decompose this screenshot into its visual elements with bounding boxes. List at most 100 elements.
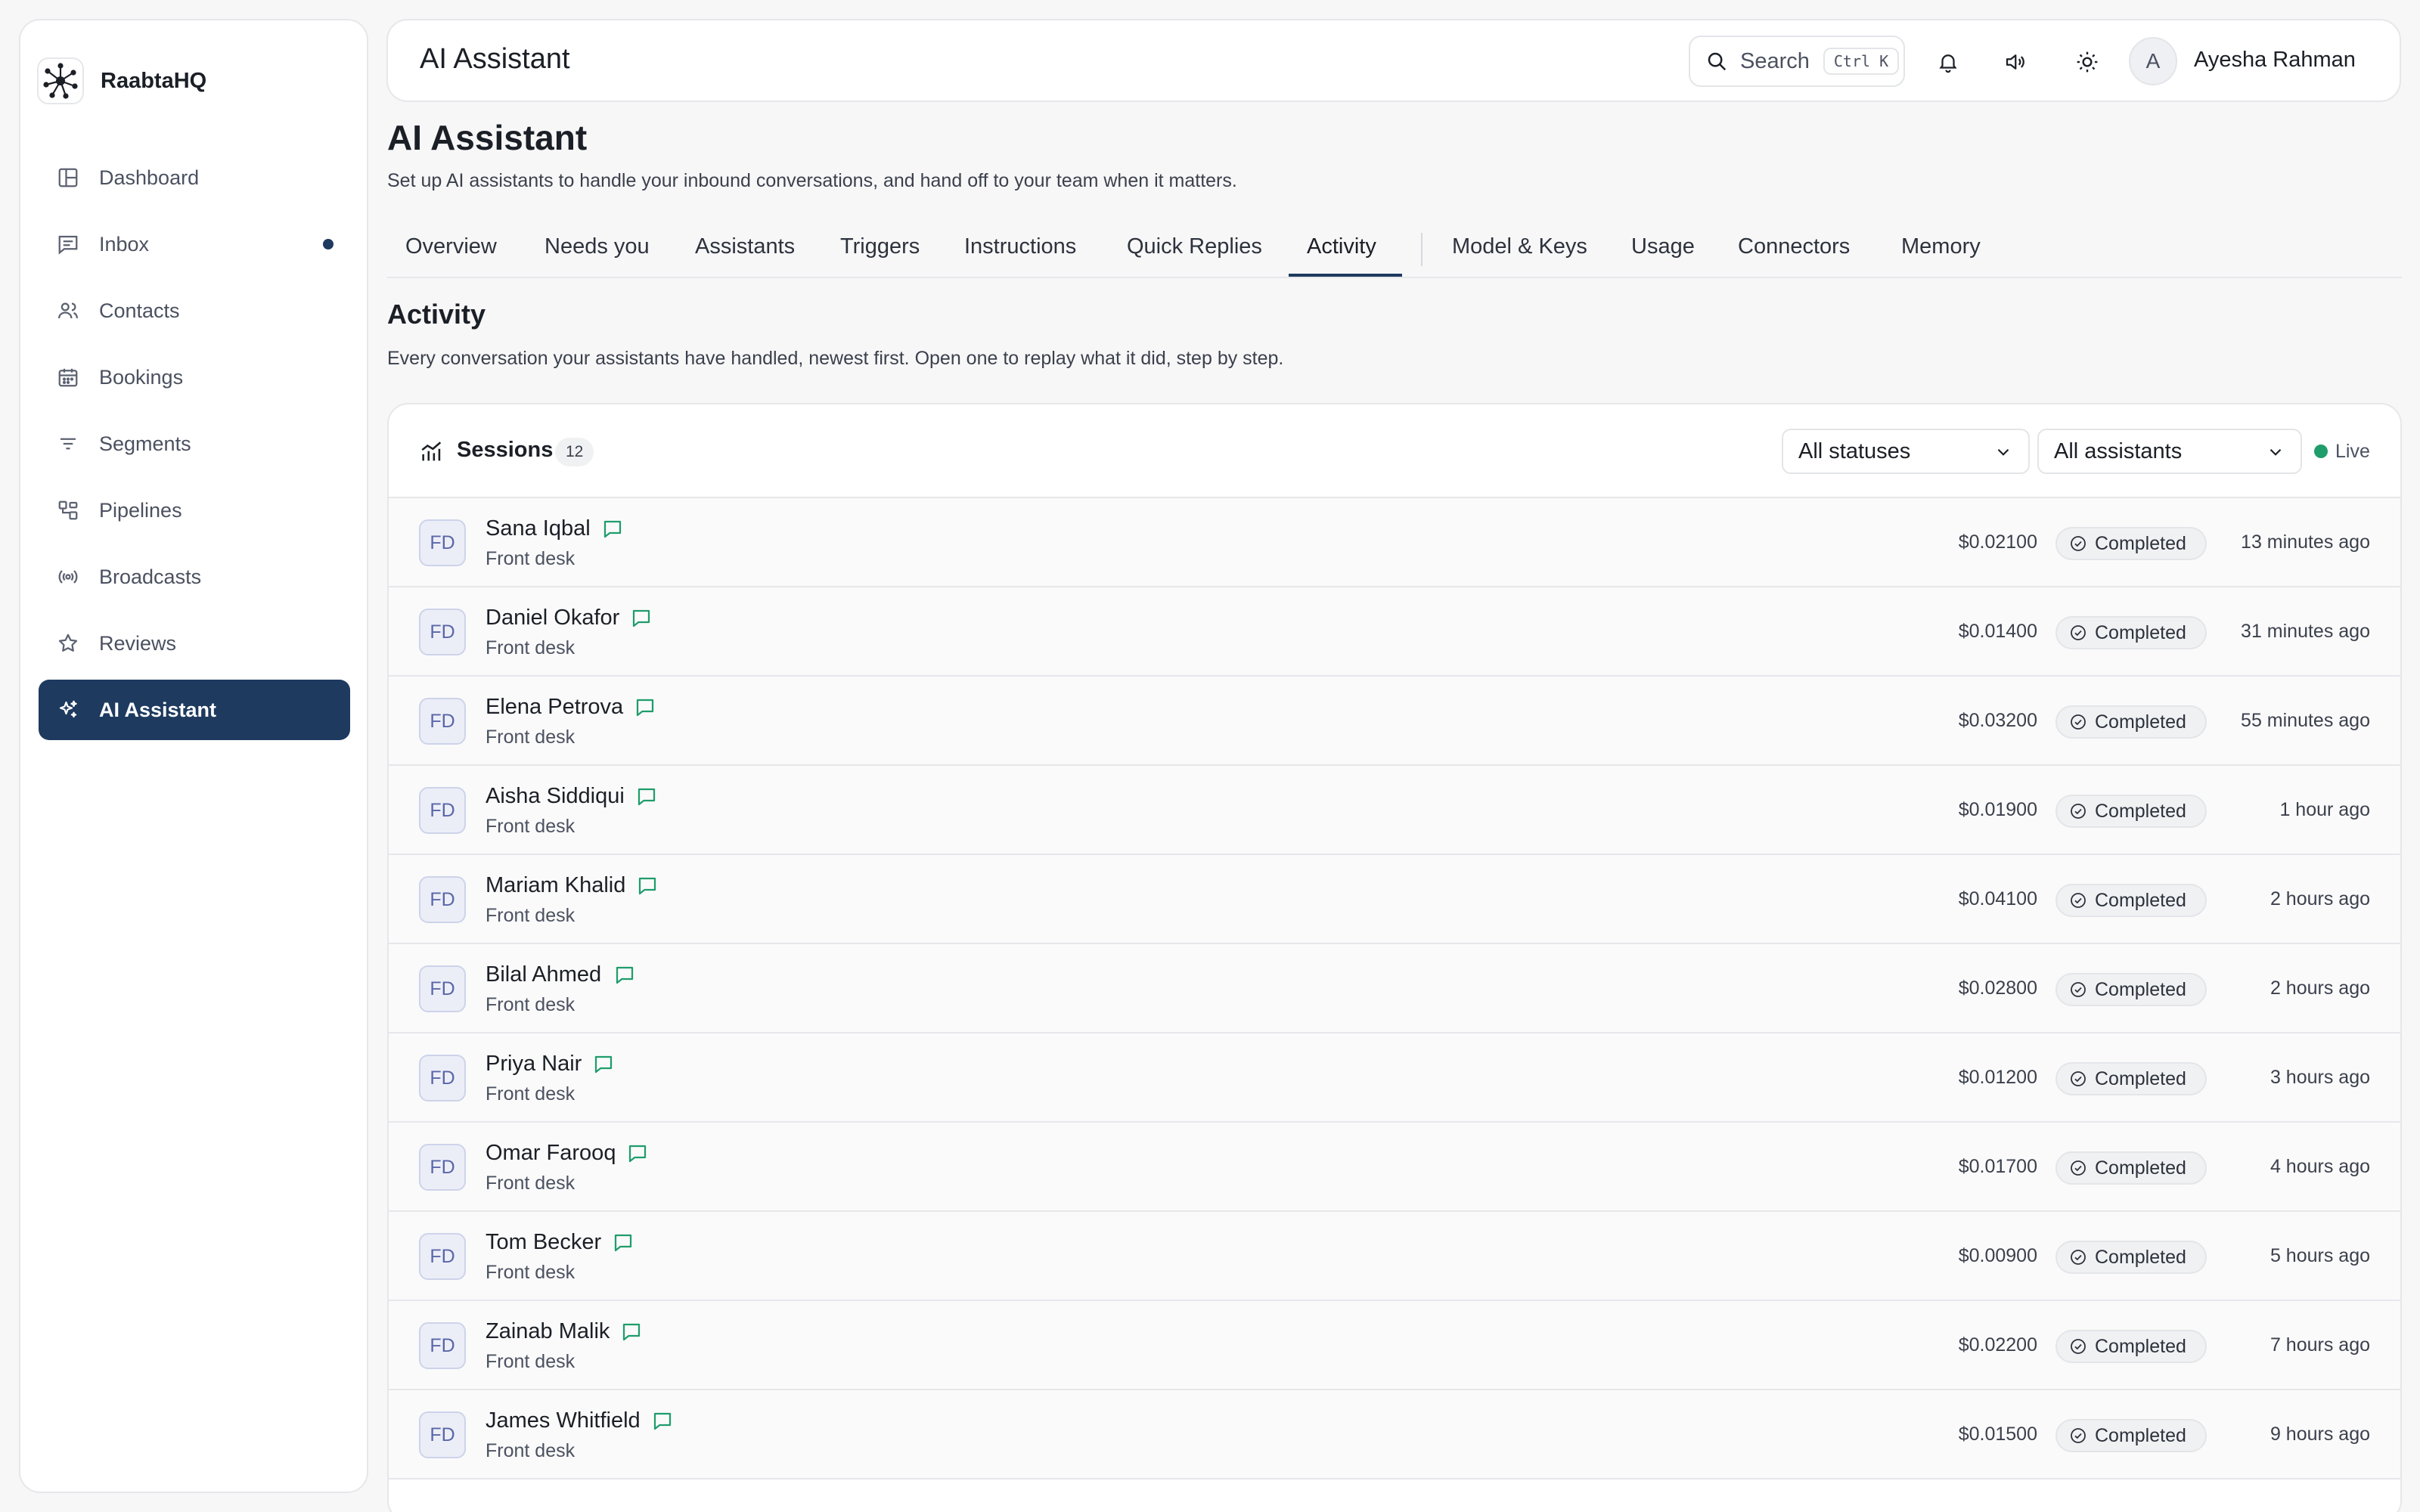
sidebar-item-label: AI Assistant bbox=[99, 698, 217, 721]
assistant-name: Front desk bbox=[486, 905, 576, 926]
check-circle-icon bbox=[2071, 1339, 2086, 1354]
sidebar-item-label: Segments bbox=[99, 432, 191, 455]
tab-activity[interactable]: Activity bbox=[1307, 234, 1376, 259]
session-row[interactable]: FD Sana Iqbal Front desk $0.02100 Comple… bbox=[389, 498, 2400, 587]
assistant-badge: FD bbox=[419, 698, 466, 745]
session-row[interactable]: FD James Whitfield Front desk $0.01500 C… bbox=[389, 1390, 2400, 1479]
session-row[interactable]: FD Daniel Okafor Front desk $0.01400 Com… bbox=[389, 587, 2400, 677]
session-row[interactable]: FD Mariam Khalid Front desk $0.04100 Com… bbox=[389, 855, 2400, 944]
session-row[interactable]: FD Zainab Malik Front desk $0.02200 Comp… bbox=[389, 1301, 2400, 1390]
notifications-button[interactable] bbox=[1928, 42, 1969, 82]
status-badge: Completed bbox=[2055, 1241, 2207, 1274]
assistant-badge: FD bbox=[419, 1411, 466, 1458]
status-badge: Completed bbox=[2055, 705, 2207, 739]
tab-overview[interactable]: Overview bbox=[405, 234, 497, 259]
page-subtitle: Set up AI assistants to handle your inbo… bbox=[387, 170, 1237, 191]
session-row[interactable]: FD Tom Becker Front desk $0.00900 Comple… bbox=[389, 1212, 2400, 1301]
keyboard-shortcut: Ctrl K bbox=[1823, 48, 1900, 75]
tab-usage[interactable]: Usage bbox=[1631, 234, 1695, 259]
sidebar-item-dashboard[interactable]: Dashboard bbox=[39, 147, 350, 208]
session-row[interactable]: FD Bilal Ahmed Front desk $0.02800 Compl… bbox=[389, 944, 2400, 1033]
assistant-badge: FD bbox=[419, 876, 466, 923]
sidebar-item-ai-assistant[interactable]: AI Assistant bbox=[39, 680, 350, 740]
session-cost: $0.01400 bbox=[1958, 621, 2037, 642]
sparkles-icon bbox=[55, 697, 81, 723]
status-label: Completed bbox=[2095, 1335, 2186, 1357]
sessions-panel: Sessions 12 All statuses All assistants … bbox=[387, 403, 2402, 1512]
tab-triggers[interactable]: Triggers bbox=[840, 234, 920, 259]
session-time: 31 minutes ago bbox=[2241, 621, 2370, 642]
section-subtitle: Every conversation your assistants have … bbox=[387, 348, 1284, 369]
assistant-badge: FD bbox=[419, 609, 466, 655]
session-row[interactable]: FD Omar Farooq Front desk $0.01700 Compl… bbox=[389, 1123, 2400, 1212]
status-label: Completed bbox=[2095, 1067, 2186, 1089]
sidebar-item-pipelines[interactable]: Pipelines bbox=[39, 480, 350, 541]
assistant-badge: FD bbox=[419, 787, 466, 834]
status-badge: Completed bbox=[2055, 1419, 2207, 1452]
assistant-filter-select[interactable]: All assistants bbox=[2037, 429, 2302, 474]
theme-toggle-button[interactable] bbox=[2067, 42, 2108, 82]
assistant-name: Front desk bbox=[486, 1440, 576, 1461]
check-circle-icon bbox=[2071, 1071, 2086, 1086]
section-title: Activity bbox=[387, 299, 486, 330]
tab-assistants[interactable]: Assistants bbox=[695, 234, 795, 259]
contact-name: Aisha Siddiqui bbox=[486, 784, 625, 808]
chat-bubble-icon bbox=[653, 1412, 671, 1430]
status-badge: Completed bbox=[2055, 1151, 2207, 1185]
check-circle-icon bbox=[2071, 625, 2086, 640]
assistant-name: Front desk bbox=[486, 1351, 576, 1372]
sidebar-item-segments[interactable]: Segments bbox=[39, 414, 350, 474]
tab-quick-replies[interactable]: Quick Replies bbox=[1127, 234, 1262, 259]
status-badge: Completed bbox=[2055, 884, 2207, 917]
session-cost: $0.03200 bbox=[1958, 710, 2037, 731]
tab-model-keys[interactable]: Model & Keys bbox=[1452, 234, 1587, 259]
session-cost: $0.04100 bbox=[1958, 888, 2037, 909]
chat-bubble-icon bbox=[595, 1055, 613, 1074]
tab-connectors[interactable]: Connectors bbox=[1738, 234, 1850, 259]
message-square-icon bbox=[55, 231, 81, 257]
check-circle-icon bbox=[2071, 1428, 2086, 1443]
contact-name: Omar Farooq bbox=[486, 1141, 616, 1165]
tab-memory[interactable]: Memory bbox=[1901, 234, 1981, 259]
assistant-name: Front desk bbox=[486, 727, 576, 748]
session-row[interactable]: FD Priya Nair Front desk $0.01200 Comple… bbox=[389, 1033, 2400, 1123]
assistant-badge: FD bbox=[419, 1144, 466, 1191]
status-badge: Completed bbox=[2055, 795, 2207, 828]
tab-needs-you[interactable]: Needs you bbox=[544, 234, 650, 259]
live-label: Live bbox=[2335, 440, 2370, 462]
check-circle-icon bbox=[2071, 804, 2086, 819]
assistant-name: Front desk bbox=[486, 637, 576, 658]
session-cost: $0.00900 bbox=[1958, 1245, 2037, 1266]
tab-instructions[interactable]: Instructions bbox=[964, 234, 1076, 259]
sidebar-item-bookings[interactable]: Bookings bbox=[39, 347, 350, 407]
assistant-name: Front desk bbox=[486, 816, 576, 837]
brand[interactable]: RaabtaHQ bbox=[37, 39, 206, 123]
session-cost: $0.01500 bbox=[1958, 1424, 2037, 1445]
user-name[interactable]: Ayesha Rahman bbox=[2194, 48, 2356, 73]
assistant-badge: FD bbox=[419, 1055, 466, 1101]
search-button[interactable]: Search Ctrl K bbox=[1689, 36, 1905, 87]
status-filter-select[interactable]: All statuses bbox=[1782, 429, 2030, 474]
sidebar-item-reviews[interactable]: Reviews bbox=[39, 613, 350, 674]
session-time: 1 hour ago bbox=[2279, 799, 2370, 820]
sidebar-item-inbox[interactable]: Inbox bbox=[39, 214, 350, 274]
session-time: 2 hours ago bbox=[2270, 888, 2370, 909]
assistant-badge: FD bbox=[419, 1322, 466, 1369]
session-time: 13 minutes ago bbox=[2241, 531, 2370, 553]
status-label: Completed bbox=[2095, 1246, 2186, 1268]
chat-bubble-icon bbox=[616, 966, 633, 984]
check-circle-icon bbox=[2071, 982, 2086, 997]
session-row[interactable]: FD Elena Petrova Front desk $0.03200 Com… bbox=[389, 677, 2400, 766]
session-row[interactable]: FD Aisha Siddiqui Front desk $0.01900 Co… bbox=[389, 766, 2400, 855]
sound-button[interactable] bbox=[1994, 42, 2035, 82]
activity-chart-icon bbox=[421, 442, 442, 461]
check-circle-icon bbox=[2071, 1250, 2086, 1265]
check-circle-icon bbox=[2071, 714, 2086, 730]
session-time: 7 hours ago bbox=[2270, 1334, 2370, 1356]
sidebar-item-contacts[interactable]: Contacts bbox=[39, 280, 350, 341]
sidebar-item-broadcasts[interactable]: Broadcasts bbox=[39, 547, 350, 607]
session-cost: $0.02100 bbox=[1958, 531, 2037, 553]
status-badge: Completed bbox=[2055, 527, 2207, 560]
sidebar-item-label: Dashboard bbox=[99, 166, 200, 189]
avatar[interactable]: A bbox=[2129, 37, 2177, 85]
